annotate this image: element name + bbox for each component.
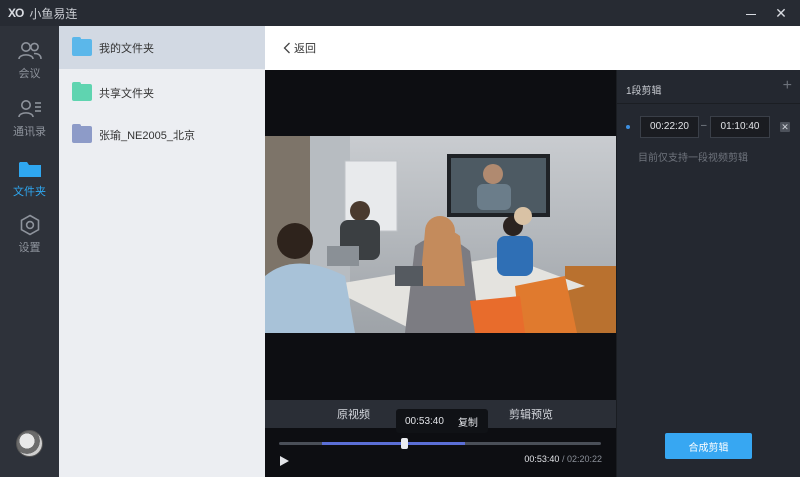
folder-name: 我的文件夹 [99, 42, 154, 55]
nav-item-folder[interactable]: 文件夹 [0, 158, 59, 208]
clip-bullet [626, 125, 630, 129]
time-tooltip: 00:53:40 复制 [396, 409, 488, 433]
copy-button[interactable]: 复制 [458, 414, 478, 429]
nav-label-folder: 文件夹 [13, 186, 46, 198]
app-name: 小鱼易连 [29, 6, 78, 21]
nav-label-settings: 设置 [18, 242, 41, 254]
title-bar: XO 小鱼易连 ✕ [0, 0, 800, 26]
video-frame[interactable] [265, 136, 616, 333]
nav-rail: 会议 通讯录 文件夹 设置 [0, 26, 59, 477]
nav-item-settings[interactable]: 设置 [0, 214, 59, 264]
chevron-left-icon [283, 42, 290, 54]
tab-original-video[interactable]: 原视频 [337, 406, 370, 422]
delete-clip-button[interactable]: ✕ [780, 122, 790, 132]
video-player: 原视频 剪辑预览 00:53:40 复制 00:53:40 / 02:20:22 [265, 70, 616, 477]
nav-item-meeting[interactable]: 会议 [0, 40, 59, 90]
gear-icon [20, 214, 39, 236]
time-readout: 00:53:40 / 02:20:22 [524, 454, 602, 464]
merge-clips-button[interactable]: 合成剪辑 [665, 433, 752, 459]
add-clip-button[interactable]: + [783, 77, 792, 95]
folder-panel: 我的文件夹 共享文件夹 张瑜_NE2005_北京 [59, 26, 265, 477]
clip-panel-header: 1段剪辑 + [617, 70, 800, 104]
folder-icon [72, 82, 92, 101]
nav-label-meeting: 会议 [18, 68, 41, 80]
folder-item-user[interactable]: 张瑜_NE2005_北京 [59, 113, 265, 156]
total-time: / 02:20:22 [561, 454, 602, 464]
avatar[interactable] [16, 430, 43, 457]
video-scene-image [265, 136, 616, 333]
meeting-people-icon [17, 42, 42, 60]
play-icon[interactable] [278, 455, 290, 467]
tab-clip-preview[interactable]: 剪辑预览 [509, 406, 553, 422]
progress-track[interactable] [279, 438, 601, 449]
tooltip-time: 00:53:40 [405, 415, 444, 427]
clip-range [322, 442, 465, 445]
folder-icon [18, 162, 41, 177]
nav-item-contacts[interactable]: 通讯录 [0, 98, 59, 148]
clip-end-field[interactable]: 01:10:40 [710, 116, 770, 138]
minimize-button[interactable] [742, 4, 760, 22]
back-label: 返回 [294, 43, 316, 55]
back-button[interactable]: 返回 [283, 40, 316, 56]
folder-name: 张瑜_NE2005_北京 [99, 129, 195, 142]
nav-label-contacts: 通讯录 [13, 126, 46, 138]
folder-icon [72, 124, 92, 143]
app-logo: XO [8, 6, 24, 20]
folder-icon [72, 37, 92, 56]
main-area: 返回 原视频 剪辑预览 00:53:40 复制 00:53:40 / 02:20… [265, 26, 800, 477]
clip-start-field[interactable]: 00:22:20 [640, 116, 699, 138]
clip-count: 1段剪辑 [626, 86, 662, 97]
app-window: XO 小鱼易连 ✕ 会议 通讯录 文件夹 设置 我的文件夹 共享文件夹 张瑜_N… [0, 0, 800, 477]
time-separator: – [701, 120, 707, 131]
contacts-icon [17, 100, 41, 118]
clip-note: 目前仅支持一段视频剪辑 [638, 153, 748, 164]
clip-panel: 1段剪辑 + 00:22:20 – 01:10:40 ✕ 目前仅支持一段视频剪辑… [616, 70, 800, 477]
current-time: 00:53:40 [524, 454, 560, 464]
folder-name: 共享文件夹 [99, 87, 154, 100]
top-bar: 返回 [265, 26, 800, 70]
folder-item-shared[interactable]: 共享文件夹 [59, 71, 265, 114]
folder-item-my[interactable]: 我的文件夹 [59, 26, 265, 69]
close-button[interactable]: ✕ [772, 4, 790, 22]
progress-handle[interactable] [401, 438, 409, 449]
